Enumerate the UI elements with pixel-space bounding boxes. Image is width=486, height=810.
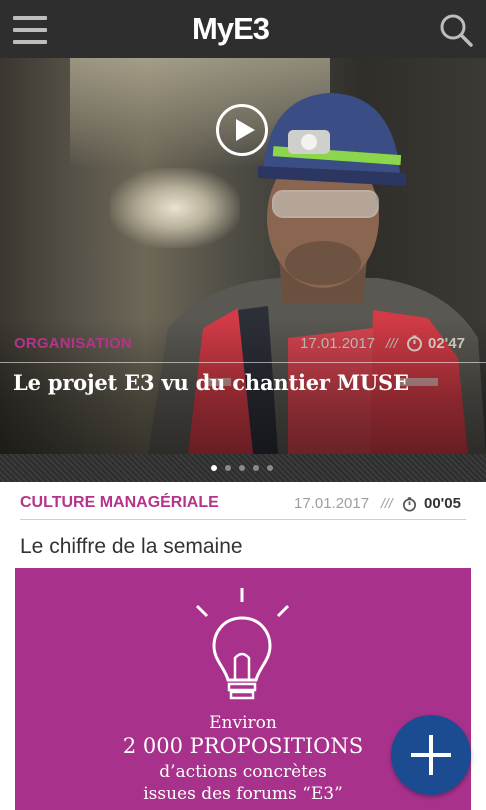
hero-date: 17.01.2017 — [300, 335, 376, 352]
clock-icon — [407, 335, 422, 352]
app-logo[interactable]: MyE3 — [192, 10, 270, 48]
pager-dot-4[interactable] — [253, 465, 259, 471]
lightbulb-icon — [195, 588, 290, 700]
search-icon[interactable] — [438, 12, 474, 48]
plus-icon-vertical — [429, 735, 433, 775]
card-duration: 00'05 — [424, 495, 461, 512]
card-date: 17.01.2017 — [294, 495, 370, 512]
pager-dot-5[interactable] — [267, 465, 273, 471]
pager-dot-3[interactable] — [239, 465, 245, 471]
clock-icon — [402, 497, 417, 512]
hero-title[interactable]: Le projet E3 vu du chantier MUSE — [13, 370, 409, 395]
pager-dot-2[interactable] — [225, 465, 231, 471]
hero-divider — [0, 362, 486, 363]
hero-duration: 02'47 — [428, 335, 465, 352]
card-separator: /// — [381, 495, 393, 511]
pager-dot-1[interactable] — [211, 465, 217, 471]
card-divider — [20, 519, 466, 520]
logo-text: MyE3 — [192, 11, 270, 46]
hamburger-menu-icon[interactable] — [13, 16, 47, 44]
hero-category[interactable]: ORGANISATION — [14, 335, 132, 352]
card-category[interactable]: CULTURE MANAGÉRIALE — [20, 494, 219, 512]
card-title[interactable]: Le chiffre de la semaine — [20, 535, 243, 559]
app-header: MyE3 — [0, 0, 486, 58]
play-icon — [236, 119, 255, 141]
hero-separator: /// — [386, 335, 398, 351]
